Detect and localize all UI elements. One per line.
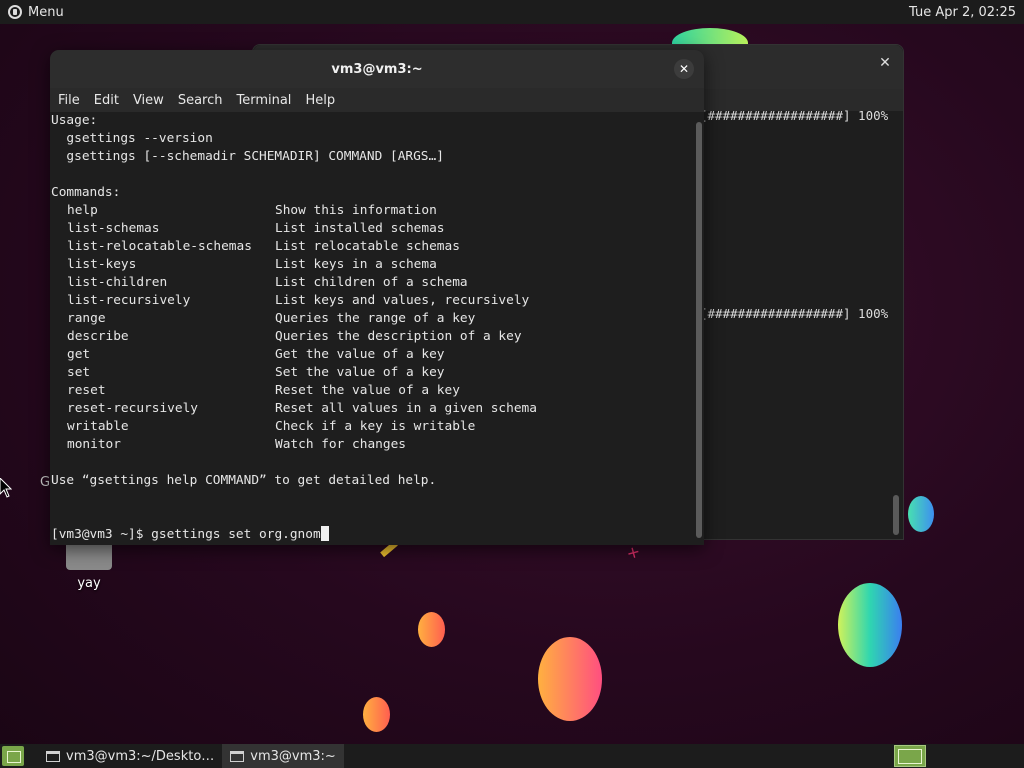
- balloon-decoration: [363, 697, 390, 732]
- command-row: help Show this information: [51, 202, 694, 220]
- taskbar-item-active[interactable]: vm3@vm3:~: [222, 744, 344, 768]
- progress-line: [##################] 100%: [700, 306, 889, 321]
- command-name: reset-recursively: [67, 401, 198, 416]
- command-description: Queries the description of a key: [275, 329, 522, 344]
- command-name: describe: [67, 329, 129, 344]
- desktop-icon-label: yay: [77, 576, 101, 591]
- terminal-window-icon: [230, 750, 245, 762]
- taskbar-item-label: vm3@vm3:~: [250, 748, 336, 764]
- command-description: Set the value of a key: [275, 365, 445, 380]
- command-row: list-recursively List keys and values, re…: [51, 292, 694, 310]
- clock[interactable]: Tue Apr 2, 02:25: [909, 5, 1016, 20]
- command-description: List keys and values, recursively: [275, 293, 530, 308]
- menu-terminal[interactable]: Terminal: [236, 93, 299, 108]
- command-row: range Queries the range of a key: [51, 310, 694, 328]
- bottom-panel: vm3@vm3:~/Deskto… vm3@vm3:~: [0, 744, 1024, 768]
- command-name: set: [67, 365, 91, 380]
- confetti-decoration: ✕: [623, 543, 642, 564]
- menubar: File Edit View Search Terminal Help: [50, 88, 704, 112]
- usage-line: gsettings --version: [51, 131, 213, 146]
- command-description: List installed schemas: [275, 221, 445, 236]
- command-row: writable Check if a key is writable: [51, 418, 694, 436]
- balloon-decoration: [418, 612, 445, 647]
- command-row: list-schemas List installed schemas: [51, 220, 694, 238]
- terminal-output[interactable]: Usage: gsettings --version gsettings [--…: [50, 112, 694, 545]
- command-description: List relocatable schemas: [275, 239, 460, 254]
- menu-help[interactable]: Help: [305, 93, 343, 108]
- command-name: range: [67, 311, 106, 326]
- commands-list: help Show this information list-schemas Lis…: [51, 202, 694, 454]
- workspace-switcher[interactable]: [894, 745, 926, 767]
- command-row: monitor Watch for changes: [51, 436, 694, 454]
- command-name: monitor: [67, 437, 121, 452]
- prompt: [vm3@vm3 ~]$: [51, 527, 152, 542]
- progress-line: [##################] 100%: [700, 108, 889, 123]
- titlebar[interactable]: vm3@vm3:~ ✕: [50, 50, 704, 88]
- menu-label: Menu: [28, 4, 64, 20]
- distro-logo-icon: [8, 5, 22, 19]
- menu-search[interactable]: Search: [178, 93, 231, 108]
- command-name: get: [67, 347, 91, 362]
- command-name: help: [67, 203, 98, 218]
- window-title: vm3@vm3:~: [331, 61, 423, 77]
- command-name: list-relocatable-schemas: [67, 239, 252, 254]
- command-description: Check if a key is writable: [275, 419, 476, 434]
- balloon-decoration: [538, 637, 602, 721]
- command-description: Get the value of a key: [275, 347, 445, 362]
- command-row: reset Reset the value of a key: [51, 382, 694, 400]
- command-name: list-keys: [67, 257, 137, 272]
- command-description: List keys in a schema: [275, 257, 437, 272]
- menu-edit[interactable]: Edit: [94, 93, 127, 108]
- taskbar-item[interactable]: vm3@vm3:~/Deskto…: [38, 744, 222, 768]
- commands-header: Commands:: [51, 185, 121, 200]
- usage-line: gsettings [--schemadir SCHEMADIR] COMMAN…: [51, 149, 444, 164]
- command-row: list-relocatable-schemas List relocatable…: [51, 238, 694, 256]
- menu-file[interactable]: File: [58, 93, 88, 108]
- desktop-icon-yay[interactable]: yay: [56, 540, 122, 591]
- command-description: Reset the value of a key: [275, 383, 460, 398]
- usage-header: Usage:: [51, 113, 98, 128]
- prompt-line[interactable]: [vm3@vm3 ~]$ gsettings set org.gnom: [51, 526, 694, 544]
- help-hint: Use “gsettings help COMMAND” to get deta…: [51, 473, 437, 488]
- terminal-window[interactable]: vm3@vm3:~ ✕ File Edit View Search Termin…: [50, 50, 704, 545]
- mouse-pointer-icon: [0, 478, 12, 498]
- command-name: writable: [67, 419, 129, 434]
- close-icon[interactable]: ✕: [877, 55, 893, 71]
- menu-button[interactable]: Menu: [8, 5, 64, 20]
- menu-view[interactable]: View: [133, 93, 172, 108]
- command-row: list-keys List keys in a schema: [51, 256, 694, 274]
- command-description: Show this information: [275, 203, 437, 218]
- command-row: reset-recursively Reset all values in a g…: [51, 400, 694, 418]
- command-name: list-recursively: [67, 293, 191, 308]
- scrollbar[interactable]: [696, 122, 702, 538]
- command-row: describe Queries the description of a key: [51, 328, 694, 346]
- command-name: reset: [67, 383, 106, 398]
- balloon-decoration: [838, 583, 902, 667]
- command-name: list-children: [67, 275, 168, 290]
- command-description: Reset all values in a given schema: [275, 401, 537, 416]
- show-desktop-button[interactable]: [2, 746, 24, 766]
- close-icon[interactable]: ✕: [674, 59, 694, 79]
- command-description: Queries the range of a key: [275, 311, 476, 326]
- command-input[interactable]: gsettings set org.gnom: [151, 527, 321, 542]
- command-description: List children of a schema: [275, 275, 468, 290]
- terminal-window-icon: [46, 750, 60, 762]
- command-name: list-schemas: [67, 221, 160, 236]
- command-description: Watch for changes: [275, 437, 406, 452]
- taskbar-item-label: vm3@vm3:~/Deskto…: [66, 748, 215, 764]
- text-cursor: [320, 526, 329, 541]
- balloon-decoration: [908, 496, 934, 532]
- top-panel: Menu Tue Apr 2, 02:25: [0, 0, 1024, 24]
- desktop-icon-label-partial: G: [40, 475, 51, 490]
- command-row: set Set the value of a key: [51, 364, 694, 382]
- scrollbar[interactable]: [893, 495, 899, 535]
- command-row: list-children List children of a schema: [51, 274, 694, 292]
- command-row: get Get the value of a key: [51, 346, 694, 364]
